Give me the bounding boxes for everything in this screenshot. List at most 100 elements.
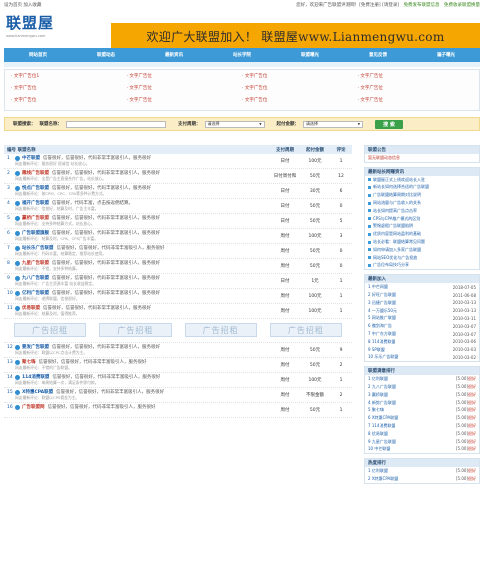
news-link[interactable]: CPS与CPA推广模式的区别 xyxy=(373,216,420,222)
comment-count[interactable]: 3 xyxy=(330,230,352,242)
join-name[interactable]: 4 一万盟乐50元 xyxy=(368,308,397,314)
name-search-input[interactable] xyxy=(66,120,166,128)
table-row[interactable]: 11 优易联盟 信誉很好，信誉很好，代码非常丰富吸引人，服务很好 网友最新评论：结算及… xyxy=(4,304,352,319)
table-row[interactable]: 10 亿利广告联盟 信誉很好，信誉很好，代码非常丰富吸引人，服务很好 网友最新评论：老… xyxy=(4,289,352,304)
rank-name[interactable]: 8 优易联盟 xyxy=(368,431,388,437)
rank-item[interactable]: 9 九星广告联盟 [5.00]很好 xyxy=(365,438,479,446)
news-item[interactable]: 站长如何提高广告点击率 xyxy=(365,207,479,215)
welcome-text[interactable]: 您好，欢迎来广告联盟评测网！[免费注册] [请登录] xyxy=(296,3,399,8)
table-row[interactable]: 8 九星广告联盟 信誉很好，信誉很好，代码非常丰富吸引人，服务很好 网友最新评论：不错… xyxy=(4,259,352,274)
search-button[interactable]: 搜 索 xyxy=(375,119,403,129)
join-item[interactable]: 6 傲剑海广告 2010-03-07 xyxy=(365,322,479,330)
join-item[interactable]: 10 乐乐广告联盟 2010-03-02 xyxy=(365,354,479,362)
join-item[interactable]: 8 114消费联盟 2010-03-06 xyxy=(365,338,479,346)
join-name[interactable]: 1 中芒网盟 xyxy=(368,284,388,290)
join-item[interactable]: 9 SP联盟 2010-03-03 xyxy=(365,346,479,354)
join-name[interactable]: 5 网站推广联盟 xyxy=(368,315,396,321)
text-ad-link[interactable]: 文字广告位1 xyxy=(11,73,127,85)
news-link[interactable]: 广告联盟结算周期对比说明 xyxy=(373,192,421,198)
comment-count[interactable]: 1 xyxy=(330,275,352,287)
join-item[interactable]: 2 好旺广告联盟 2011-06-08 xyxy=(365,291,479,299)
text-ad-link[interactable]: 文字广告位 xyxy=(358,97,474,109)
text-ad-link[interactable]: 文字广告位 xyxy=(127,73,243,85)
rank-name[interactable]: 4 新势广告联盟 xyxy=(368,400,396,406)
text-ad-link[interactable]: 文字广告位 xyxy=(127,97,243,109)
top-bar-links[interactable]: 设为首页 加入收藏 xyxy=(4,2,41,8)
comment-count[interactable]: 0 xyxy=(330,200,352,212)
text-ad-link[interactable]: 文字广告位 xyxy=(358,73,474,85)
comment-count[interactable]: 0 xyxy=(330,260,352,272)
table-row[interactable]: 1 中芒联盟 信誉很好，信誉很好，代码非常丰富吸引人，服务很好 网友最新评论：服务很好… xyxy=(4,154,352,169)
news-item[interactable]: 联盟屋正式上线欢迎站长入驻 xyxy=(365,176,479,184)
ad-slot[interactable]: 广告招租 xyxy=(14,323,87,337)
comment-count[interactable]: 12 xyxy=(330,170,352,182)
table-row[interactable]: 3 悦点广告联盟 信誉很好，信誉很好，代码丰富吸引人，服务很好 网友最新评论：按CPM… xyxy=(4,184,352,199)
table-row[interactable]: 13 聚七嗨 信誉很好，信誉很好，代码非常丰富吸引人，服务很好 网友最新评论：不错的广… xyxy=(4,358,352,373)
comment-count[interactable]: 5 xyxy=(330,215,352,227)
text-ad-link[interactable]: 文字广告位 xyxy=(242,97,358,109)
news-item[interactable]: 警惕虚假广告联盟陷阱 xyxy=(365,223,479,231)
rank-item[interactable]: 1 亿利联盟 [5.00]很好 xyxy=(365,375,479,383)
rank-item[interactable]: 2 X特惠CPA联盟 [5.00]很好 xyxy=(365,475,479,483)
nav-info[interactable]: 最新资讯 xyxy=(140,48,208,62)
comment-count[interactable]: 0 xyxy=(330,245,352,257)
table-row[interactable]: 5 赢桥广告联盟 信誉很好，信誉很好，代码非常丰富吸引人，服务很好 网友最新评论：支持… xyxy=(4,214,352,229)
promo-link-2[interactable]: 免费收录联盟换量 xyxy=(444,3,480,8)
ad-slot[interactable]: 广告招租 xyxy=(99,323,172,337)
comment-count[interactable]: 6 xyxy=(330,185,352,197)
text-ad-link[interactable]: 文字广告位 xyxy=(127,85,243,97)
rank-item[interactable]: 6 X特惠CPA联盟 [5.00]很好 xyxy=(365,414,479,422)
rank-name[interactable]: 3 赢桥联盟 xyxy=(368,392,388,398)
news-link[interactable]: 联盟屋正式上线欢迎站长入驻 xyxy=(373,177,425,183)
comment-count[interactable]: 9 xyxy=(330,344,352,356)
news-link[interactable]: 网站流量与广告收入的关系 xyxy=(373,200,421,206)
join-name[interactable]: 9 SP联盟 xyxy=(368,347,385,353)
comment-count[interactable]: 2 xyxy=(330,389,352,401)
rank-item[interactable]: 8 优易联盟 [5.00]很好 xyxy=(365,430,479,438)
news-item[interactable]: 网站流量与广告收入的关系 xyxy=(365,199,479,207)
news-link[interactable]: 优质内容是网站盈利的基础 xyxy=(373,231,421,237)
rank-item[interactable]: 1 亿利联盟 [5.00]很好 xyxy=(365,467,479,475)
nav-news[interactable]: 联盟动态 xyxy=(72,48,140,62)
rank-name[interactable]: 9 九星广告联盟 xyxy=(368,439,396,445)
join-item[interactable]: 1 中芒网盟 2018-07-05 xyxy=(365,283,479,291)
rank-item[interactable]: 7 114消费联盟 [5.00]很好 xyxy=(365,422,479,430)
news-link[interactable]: 站长如何提高广告点击率 xyxy=(373,208,417,214)
rank-item[interactable]: 10 中芒联盟 [5.00]很好 xyxy=(365,446,479,454)
news-link[interactable]: 站长必看：联盟结算常见问题 xyxy=(373,239,425,245)
nav-scam[interactable]: 骗子曝光 xyxy=(412,48,480,62)
text-ad-link[interactable]: 文字广告位 xyxy=(11,85,127,97)
news-item[interactable]: 网站SEO优化与广告投放 xyxy=(365,254,479,262)
nav-feedback[interactable]: 意见反馈 xyxy=(344,48,412,62)
join-name[interactable]: 8 114消费联盟 xyxy=(368,339,395,345)
comment-count[interactable]: 1 xyxy=(330,305,352,317)
limit-select[interactable]: 请选择 ▼ xyxy=(303,120,363,128)
table-row[interactable]: 2 趣线广告联盟 信誉很好，信誉很好，代码非常丰富吸引人，服务很好 网友最新评论：全是… xyxy=(4,169,352,184)
site-logo[interactable]: 联盟屋 www.lianmengwu.com xyxy=(6,12,86,44)
rank-item[interactable]: 5 聚七嗨 [5.00]很好 xyxy=(365,407,479,415)
text-ad-link[interactable]: 文字广告位 xyxy=(358,85,474,97)
news-link[interactable]: 新站长如何选择合适的广告联盟 xyxy=(373,184,429,190)
join-name[interactable]: 7 中广东方联盟 xyxy=(368,331,396,337)
text-ad-link[interactable]: 文字广告位 xyxy=(242,73,358,85)
text-ad-link[interactable]: 文字广告位 xyxy=(242,85,358,97)
comment-count[interactable]: 1 xyxy=(330,374,352,386)
nav-exposure[interactable]: 联盟曝光 xyxy=(276,48,344,62)
text-ad-link[interactable]: 文字广告位 xyxy=(11,97,127,109)
table-row[interactable]: 15 X特惠CPA联盟 信誉很好，信誉很好，代码非常丰富吸引人，服务很好 网友最新评论… xyxy=(4,388,352,403)
ad-slot[interactable]: 广告招租 xyxy=(184,323,257,337)
table-row[interactable]: 12 要发广告联盟 信誉很好，信誉很好，代码非常丰富吸引人，服务很好 网友最新评论：联… xyxy=(4,343,352,358)
rank-name[interactable]: 7 114消费联盟 xyxy=(368,423,395,429)
rank-item[interactable]: 4 新势广告联盟 [5.00]很好 xyxy=(365,399,479,407)
rank-name[interactable]: 6 X特惠CPA联盟 xyxy=(368,415,398,421)
rank-item[interactable]: 3 赢桥联盟 [5.00]很好 xyxy=(365,391,479,399)
rank-item[interactable]: 2 九八广告联盟 [5.00]很好 xyxy=(365,383,479,391)
join-item[interactable]: 4 一万盟乐50元 2010-03-13 xyxy=(365,307,479,315)
news-link[interactable]: 警惕虚假广告联盟陷阱 xyxy=(373,223,413,229)
news-link[interactable]: 网站SEO优化与广告投放 xyxy=(373,255,417,261)
table-row[interactable]: 16 广告联盟网 信誉很好，信誉很好，代码非常丰富吸引人，服务很好 周付 50元 1 xyxy=(4,403,352,418)
comment-count[interactable]: 1 xyxy=(330,290,352,302)
cycle-select[interactable]: 请选择 ▼ xyxy=(204,120,265,128)
comment-count[interactable]: 2 xyxy=(330,359,352,371)
ad-slot[interactable]: 广告招租 xyxy=(269,323,342,337)
